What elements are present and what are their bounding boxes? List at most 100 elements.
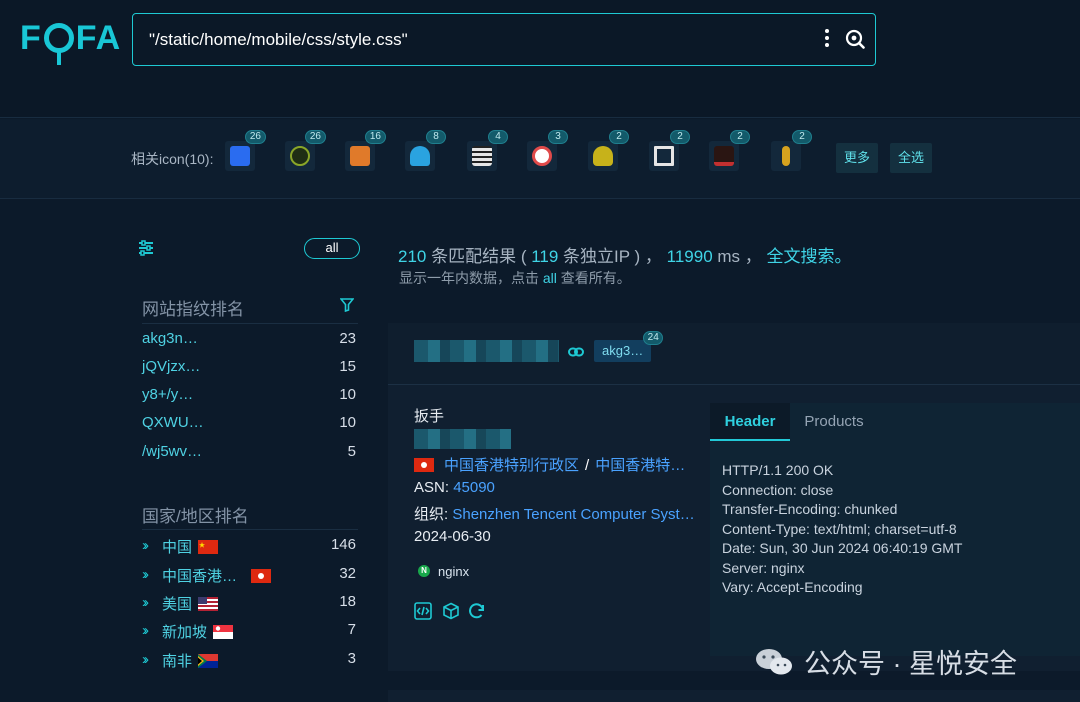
country-count: 146 <box>330 536 356 553</box>
country-row[interactable]: ›› 南非 3 <box>142 650 356 672</box>
org-label: 组织: <box>414 506 453 523</box>
fingerprint-name[interactable]: QXWU… <box>142 414 204 431</box>
country-name[interactable]: 南非 <box>162 650 219 671</box>
note-suffix: 查看所有。 <box>556 270 631 286</box>
more-icons-button[interactable]: 更多 <box>836 143 879 173</box>
fingerprint-rank-title: 网站指纹排名 <box>142 300 244 319</box>
favicon-filter-8[interactable]: 2 <box>649 130 690 171</box>
fingerprint-tag-count: 24 <box>643 331 664 345</box>
link-icon[interactable] <box>568 347 584 357</box>
query-time-suffix: ms ， <box>712 247 767 266</box>
funnel-icon[interactable] <box>340 298 354 312</box>
org-row: 组织: Shenzhen Tencent Computer Syst… <box>414 503 695 524</box>
fingerprint-row[interactable]: jQVjzx… 15 <box>142 358 356 380</box>
http-line: Connection: close <box>722 481 834 498</box>
singapore-flag-icon <box>213 625 234 639</box>
country-row[interactable]: ›› 美国 18 <box>142 593 356 615</box>
all-toggle-button[interactable]: all <box>304 238 360 259</box>
favicon-filter-3[interactable]: 16 <box>345 130 386 171</box>
favicon-count: 26 <box>304 130 326 144</box>
favicon-filter-6[interactable]: 3 <box>527 130 568 171</box>
related-icons-bar: 相关icon(10): 26 26 16 8 4 3 2 2 2 2 更多 全选 <box>0 119 1080 199</box>
fingerprint-tag[interactable]: akg3… 24 <box>594 331 664 362</box>
chevron-right-icon: ›› <box>142 651 149 668</box>
country-count: 18 <box>339 593 356 610</box>
date-row: 2024-06-30 <box>414 528 491 545</box>
favicon-filter-5[interactable]: 4 <box>467 130 508 171</box>
hong-kong-flag-icon <box>251 569 272 583</box>
tab-products[interactable]: Products <box>792 403 876 441</box>
china-flag-icon <box>198 540 219 554</box>
location-region-link[interactable]: 中国香港特别行政区 <box>444 457 579 474</box>
search-box[interactable]: "/static/home/mobile/css/style.css" <box>132 13 876 66</box>
sliders-icon[interactable] <box>138 240 154 256</box>
unique-ip-count: 119 <box>531 247 559 266</box>
favicon-count: 26 <box>244 130 266 144</box>
fingerprint-count: 10 <box>339 386 356 403</box>
section-divider <box>142 323 358 324</box>
search-icon[interactable] <box>845 29 865 49</box>
http-header-text: HTTP/1.1 200 OK Connection: close Transf… <box>722 461 963 598</box>
us-flag-icon <box>198 597 219 611</box>
cube-icon[interactable] <box>442 602 460 620</box>
fingerprint-name[interactable]: jQVjzx… <box>142 358 200 375</box>
asn-label: ASN: <box>414 479 454 496</box>
country-name[interactable]: 中国 <box>162 536 219 557</box>
country-row[interactable]: ›› 中国香港… 32 <box>142 565 356 587</box>
summary-note: 显示一年内数据，点击 all 查看所有。 <box>399 268 631 288</box>
fulltext-search-link[interactable]: 全文搜索。 <box>767 247 852 266</box>
site-title: 扳手 <box>414 408 445 425</box>
favicon-filter-1[interactable]: 26 <box>225 130 266 171</box>
chevron-right-icon: ›› <box>142 622 149 639</box>
match-count-suffix: 条匹配结果 ( <box>426 247 532 266</box>
hong-kong-flag-icon <box>414 458 434 472</box>
nginx-icon: N <box>418 565 430 577</box>
fofa-logo[interactable]: F FA <box>20 18 122 65</box>
country-name[interactable]: 新加坡 <box>162 621 234 642</box>
favicon-count: 2 <box>609 130 629 144</box>
favicon-filter-10[interactable]: 2 <box>771 130 812 171</box>
asn-link[interactable]: 45090 <box>453 479 495 496</box>
next-result-card <box>388 690 1080 702</box>
http-line: Transfer-Encoding: chunked <box>722 501 898 517</box>
fingerprint-name[interactable]: /wj5wv… <box>142 443 202 460</box>
tab-header[interactable]: Header <box>710 403 790 441</box>
favicon-filter-9[interactable]: 2 <box>709 130 750 171</box>
view-all-link[interactable]: all <box>543 270 557 286</box>
refresh-icon[interactable] <box>468 602 486 620</box>
fingerprint-row[interactable]: QXWU… 10 <box>142 414 356 436</box>
country-name[interactable]: 美国 <box>162 593 219 614</box>
fingerprint-name[interactable]: y8+/y… <box>142 386 193 403</box>
code-icon[interactable] <box>414 602 432 620</box>
country-row[interactable]: ›› 中国 146 <box>142 536 356 558</box>
search-input[interactable]: "/static/home/mobile/css/style.css" <box>149 30 408 50</box>
redacted-host[interactable] <box>414 340 559 362</box>
location-row: 中国香港特别行政区 / 中国香港特… <box>414 454 685 475</box>
logo-fa: FA <box>75 18 122 57</box>
fingerprint-row[interactable]: akg3n… 23 <box>142 330 356 352</box>
server-tag-label: nginx <box>438 563 470 579</box>
fingerprint-count: 23 <box>339 330 356 347</box>
logo-ring-icon <box>43 23 74 65</box>
favicon-filter-7[interactable]: 2 <box>588 130 629 171</box>
http-line: Server: nginx <box>722 559 805 576</box>
favicon-count: 8 <box>426 130 446 144</box>
more-options-icon[interactable] <box>823 29 831 51</box>
org-link[interactable]: Shenzhen Tencent Computer Syst… <box>452 506 694 523</box>
select-all-button[interactable]: 全选 <box>890 143 933 173</box>
country-row[interactable]: ›› 新加坡 7 <box>142 621 356 643</box>
server-tag-nginx[interactable]: Nnginx <box>414 560 477 582</box>
asn-row: ASN: 45090 <box>414 479 495 496</box>
chevron-right-icon: ›› <box>142 594 149 611</box>
country-count: 32 <box>339 565 356 582</box>
country-name[interactable]: 中国香港… <box>162 565 272 586</box>
fingerprint-count: 10 <box>339 414 356 431</box>
favicon-filter-4[interactable]: 8 <box>405 130 446 171</box>
fingerprint-row[interactable]: /wj5wv… 5 <box>142 443 356 465</box>
fingerprint-row[interactable]: y8+/y… 10 <box>142 386 356 408</box>
redacted-ip[interactable] <box>414 429 511 449</box>
fingerprint-name[interactable]: akg3n… <box>142 330 198 347</box>
favicon-filter-2[interactable]: 26 <box>285 130 326 171</box>
fingerprint-tag-label: akg3… <box>602 343 644 358</box>
location-city-link[interactable]: 中国香港特… <box>595 457 685 474</box>
